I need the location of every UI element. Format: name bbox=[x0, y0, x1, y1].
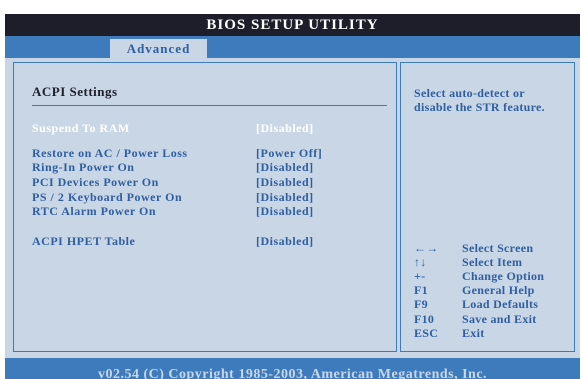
setting-label: ACPI HPET Table bbox=[32, 234, 136, 248]
key-hint-general-help: F1 General Help bbox=[414, 283, 574, 297]
key-hint-desc: Exit bbox=[462, 326, 485, 340]
section-title: ACPI Settings bbox=[32, 84, 118, 99]
key-hint-desc: Save and Exit bbox=[462, 312, 537, 326]
setting-ps2-keyboard-power-on[interactable]: PS / 2 Keyboard Power On [Disabled] bbox=[32, 190, 382, 205]
tab-strip bbox=[5, 36, 580, 58]
key-hint-key: F1 bbox=[414, 283, 428, 297]
key-hint-desc: Select Item bbox=[462, 255, 523, 269]
key-hint-change-option: +- Change Option bbox=[414, 269, 574, 283]
setting-label: Suspend To RAM bbox=[32, 121, 130, 135]
key-hint-save-and-exit: F10 Save and Exit bbox=[414, 312, 574, 326]
setting-value[interactable]: [Disabled] bbox=[256, 175, 314, 190]
key-hint-select-screen: ←→ Select Screen bbox=[414, 241, 574, 255]
key-hint-desc: General Help bbox=[462, 283, 535, 297]
setting-value[interactable]: [Disabled] bbox=[256, 204, 314, 219]
setting-restore-on-ac-power-loss[interactable]: Restore on AC / Power Loss [Power Off] bbox=[32, 146, 382, 161]
setting-value[interactable]: [Power Off] bbox=[256, 146, 322, 161]
setting-value[interactable]: [Disabled] bbox=[256, 190, 314, 205]
title-bar: BIOS SETUP UTILITY bbox=[5, 14, 580, 36]
key-hint-desc: Select Screen bbox=[462, 241, 534, 255]
key-hint-desc: Change Option bbox=[462, 269, 545, 283]
key-hint-key: ESC bbox=[414, 326, 439, 340]
key-hint-select-item: ↑↓ Select Item bbox=[414, 255, 574, 269]
help-text: Select auto-detect or disable the STR fe… bbox=[414, 86, 545, 114]
tab-advanced-label: Advanced bbox=[126, 40, 191, 56]
setting-label: PS / 2 Keyboard Power On bbox=[32, 190, 183, 204]
setting-ring-in-power-on[interactable]: Ring-In Power On [Disabled] bbox=[32, 160, 382, 175]
setting-pci-devices-power-on[interactable]: PCI Devices Power On [Disabled] bbox=[32, 175, 382, 190]
tab-advanced[interactable]: Advanced bbox=[110, 39, 207, 58]
key-hint-desc: Load Defaults bbox=[462, 297, 539, 311]
key-hint-key: F10 bbox=[414, 312, 435, 326]
setting-label: RTC Alarm Power On bbox=[32, 204, 157, 218]
key-hint-key: +- bbox=[414, 269, 426, 283]
footer-bar: v02.54 (C) Copyright 1985-2003, American… bbox=[5, 358, 580, 379]
setting-suspend-to-ram[interactable]: Suspend To RAM [Disabled] bbox=[32, 121, 382, 136]
setting-rtc-alarm-power-on[interactable]: RTC Alarm Power On [Disabled] bbox=[32, 204, 382, 219]
app-title: BIOS SETUP UTILITY bbox=[206, 16, 379, 33]
setting-value[interactable]: [Disabled] bbox=[256, 234, 314, 249]
section-divider bbox=[32, 105, 387, 106]
key-hint-load-defaults: F9 Load Defaults bbox=[414, 297, 574, 311]
copyright-text: v02.54 (C) Copyright 1985-2003, American… bbox=[97, 367, 488, 379]
setting-label: Restore on AC / Power Loss bbox=[32, 146, 188, 160]
setting-value[interactable]: [Disabled] bbox=[256, 121, 314, 136]
key-hint-exit: ESC Exit bbox=[414, 326, 574, 340]
arrows-left-right-icon: ←→ bbox=[414, 241, 439, 255]
arrows-up-down-icon: ↑↓ bbox=[414, 255, 427, 269]
key-hint-key: F9 bbox=[414, 297, 428, 311]
setting-label: PCI Devices Power On bbox=[32, 175, 159, 189]
setting-value[interactable]: [Disabled] bbox=[256, 160, 314, 175]
setting-acpi-hpet-table[interactable]: ACPI HPET Table [Disabled] bbox=[32, 234, 382, 249]
setting-label: Ring-In Power On bbox=[32, 160, 135, 174]
